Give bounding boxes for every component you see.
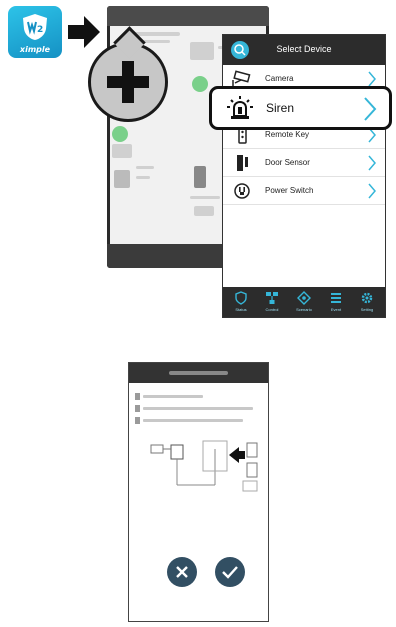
siren-icon: [227, 96, 253, 119]
device-label: Camera: [265, 74, 294, 83]
instruction-screen: [128, 362, 269, 622]
app-logo: 2 ximple: [8, 6, 62, 58]
instruction-header: [129, 363, 268, 383]
siren-highlight[interactable]: Siren: [209, 86, 392, 130]
tab-status[interactable]: Status: [228, 291, 254, 315]
chevron-right-icon: [368, 183, 376, 199]
device-label: Power Switch: [265, 186, 314, 195]
confirm-button[interactable]: [215, 557, 245, 587]
device-row-power-switch[interactable]: Power Switch: [223, 177, 385, 205]
close-icon: [176, 566, 188, 578]
network-icon: [266, 292, 278, 304]
tab-label: Event: [330, 307, 342, 312]
tab-label: Scenario: [296, 307, 312, 312]
tab-setting[interactable]: Setting: [354, 291, 380, 315]
device-label: Remote Key: [265, 130, 310, 139]
arrow-right-icon: [68, 16, 100, 48]
home-top-bar: [107, 6, 269, 26]
select-device-screen: Select Device Camera Remote Key Door Sen…: [222, 34, 386, 318]
device-label: Siren: [266, 101, 295, 115]
select-device-header: Select Device: [223, 35, 385, 65]
tab-label: Setting: [360, 307, 374, 312]
gear-icon: [361, 292, 373, 304]
tab-event[interactable]: Event: [323, 291, 349, 315]
diamond-icon: [297, 291, 311, 305]
confirm-icon: [222, 566, 238, 579]
bottom-tab-bar: Status Control Scenario Event Setting: [223, 287, 385, 317]
chevron-right-icon: [364, 97, 377, 121]
device-row-door-sensor[interactable]: Door Sensor: [223, 149, 385, 177]
power-switch-icon: [234, 183, 250, 199]
door-sensor-icon: [237, 155, 248, 171]
device-label: Door Sensor: [265, 158, 310, 167]
tab-label: Control: [265, 307, 279, 312]
wiring-diagram: [150, 440, 258, 492]
w2-shield-icon: 2: [23, 14, 47, 40]
tab-control[interactable]: Control: [259, 291, 285, 315]
tab-label: Status: [235, 307, 247, 312]
close-button[interactable]: [167, 557, 197, 587]
add-device-callout[interactable]: [88, 42, 168, 122]
page-title: Select Device: [276, 44, 332, 54]
chevron-right-icon: [368, 155, 376, 171]
plus-icon: [107, 61, 149, 103]
list-icon: [331, 293, 341, 303]
svg-text:2: 2: [37, 25, 43, 35]
chevron-right-icon: [368, 71, 376, 87]
shield-icon: [235, 291, 247, 305]
tab-scenario[interactable]: Scenario: [291, 291, 317, 315]
brand-name: ximple: [19, 45, 51, 54]
